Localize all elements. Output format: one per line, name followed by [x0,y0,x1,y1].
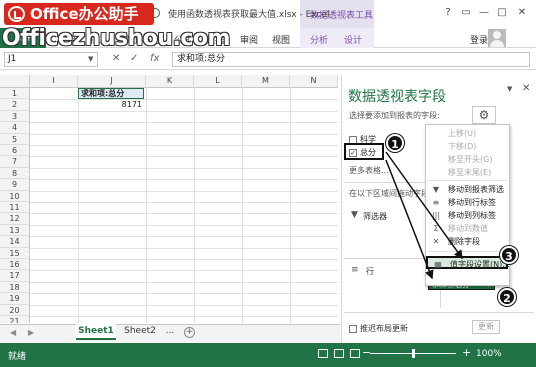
annotation-arrow [385,159,434,280]
callout-step-3: 3 [500,246,518,264]
callout-step-2: 2 [498,288,516,306]
annotation-arrows [385,151,463,280]
annotation-arrow [385,151,463,260]
callout-step-1: 1 [386,134,404,152]
